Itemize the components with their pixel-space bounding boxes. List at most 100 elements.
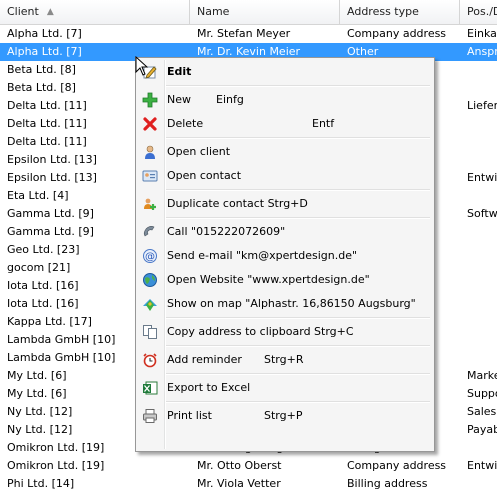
cell-pos [460,349,497,367]
column-header-name-label: Name [197,5,230,18]
delete-icon [143,117,157,131]
cell-pos: Payable [467,423,497,436]
menu-separator [166,189,430,191]
excel-icon [143,381,158,395]
cell-pos [460,241,497,259]
cell-pos: Marketi [467,369,497,382]
column-header-address-type-label: Address type [347,5,419,18]
table-row[interactable]: Omikron Ltd. [19] Mr. Otto Oberst Company … [0,457,497,475]
menu-item-open-contact[interactable]: Open contact [138,164,430,188]
cell-pos [460,439,497,457]
cell-name: Mr. Viola Vetter [197,477,281,490]
copy-icon [143,325,157,339]
map-pin-icon [143,299,157,311]
cell-pos [460,259,497,277]
cell-pos [460,187,497,205]
menu-item-label: Show on map "Alphastr. 16,86150 Augsburg… [167,297,416,310]
menu-item-open-client[interactable]: Open client [138,140,430,164]
menu-item-shortcut: Strg+P [264,409,303,422]
menu-item-duplicate-contact[interactable]: Duplicate contact Strg+D [138,192,430,216]
menu-separator [166,373,430,375]
cell-client: Phi Ltd. [14] [7,477,75,490]
menu-separator [166,137,430,139]
menu-item-label: Copy address to clipboard Strg+C [167,325,354,338]
menu-item-label: Delete [167,117,204,130]
cell-pos [460,277,497,295]
cell-pos [460,223,497,241]
cell-pos: Suppor [467,387,497,400]
menu-separator [166,401,430,403]
context-menu: Edit New Einfg Delete Entf Open client Open co… [135,57,435,452]
menu-item-delete[interactable]: Delete Entf [138,112,430,136]
alarm-clock-icon [143,353,157,368]
cell-name: Mr. Otto Oberst [197,459,282,472]
menu-separator [166,345,430,347]
column-header-client[interactable]: Client ▲ [0,0,190,24]
menu-item-add-reminder[interactable]: Add reminder Strg+R [138,348,430,372]
menu-item-label: Add reminder [167,353,242,366]
menu-separator [166,217,430,219]
column-header-address-type[interactable]: Address type [340,0,460,24]
menu-item-label: Open client [167,145,231,158]
menu-item-label: Open contact [167,169,242,182]
menu-item-show-on-map[interactable]: Show on map "Alphastr. 16,86150 Augsburg… [138,292,430,316]
plus-icon [142,92,158,108]
cell-type: Company address [347,459,447,472]
column-header-position-label: Pos./Dept [467,5,497,18]
menu-item-call[interactable]: Call "015222072609" [138,220,430,244]
cell-client: Omikron Ltd. [19] [7,459,105,472]
cell-pos [460,115,497,133]
cell-pos [460,133,497,151]
menu-separator [166,317,430,319]
duplicate-icon [144,198,156,210]
menu-item-shortcut: Strg+R [264,353,304,366]
cell-client: Alpha Ltd. [7] [7,27,82,40]
cell-pos: Lieferan [467,99,497,112]
cell-pos: Softwar [467,207,497,220]
cell-pos [460,295,497,313]
contact-card-icon [142,170,158,182]
cell-type: Company address [347,27,447,40]
cell-name: Mr. Stefan Meyer [197,27,291,40]
mouse-cursor-icon [135,56,149,76]
menu-item-label: Send e-mail "km@xpertdesign.de" [167,249,358,262]
menu-item-label: Open Website "www.xpertdesign.de" [167,273,370,286]
menu-item-shortcut: Einfg [216,93,244,106]
at-icon: @ [143,249,157,263]
menu-item-open-website[interactable]: Open Website "www.xpertdesign.de" [138,268,430,292]
cell-pos [460,475,497,493]
menu-item-shortcut: Entf [312,117,335,130]
cell-pos [460,79,497,97]
menu-item-copy-address[interactable]: Copy address to clipboard Strg+C [138,320,430,344]
menu-item-label: Edit [167,65,192,78]
menu-item-label: New [167,93,191,106]
cell-pos: Entwick [467,171,497,184]
cell-pos [460,313,497,331]
menu-item-label: Print list [167,409,212,422]
printer-icon [143,409,157,423]
grid-header: Client ▲ Name Address type Pos./Dept [0,0,497,25]
menu-separator [166,85,430,87]
menu-item-label: Export to Excel [167,381,251,394]
table-row[interactable]: Phi Ltd. [14] Mr. Viola Vetter Billing add… [0,475,497,493]
menu-item-edit[interactable]: Edit [138,60,430,84]
menu-item-send-email[interactable]: @ Send e-mail "km@xpertdesign.de" [138,244,430,268]
menu-item-print-list[interactable]: Print list Strg+P [138,404,430,428]
cell-pos: Einkauf [467,27,497,40]
column-header-position[interactable]: Pos./Dept [460,0,497,24]
cell-pos: Ansprech [467,45,497,58]
table-row[interactable]: Alpha Ltd. [7] Mr. Stefan Meyer Company ad… [0,25,497,43]
column-header-name[interactable]: Name [190,0,340,24]
cell-type: Billing address [347,477,428,490]
menu-item-export-excel[interactable]: Export to Excel [138,376,430,400]
menu-item-new[interactable]: New Einfg [138,88,430,112]
sort-ascending-icon: ▲ [46,7,54,17]
cell-pos: Sales [467,405,497,418]
cell-pos: Entwick [467,459,497,472]
svg-text:@: @ [145,252,155,263]
menu-item-label: Duplicate contact Strg+D [167,197,308,210]
menu-item-label: Call "015222072609" [167,225,286,238]
globe-icon [143,273,157,287]
cell-pos [460,61,497,79]
cell-pos [460,151,497,169]
